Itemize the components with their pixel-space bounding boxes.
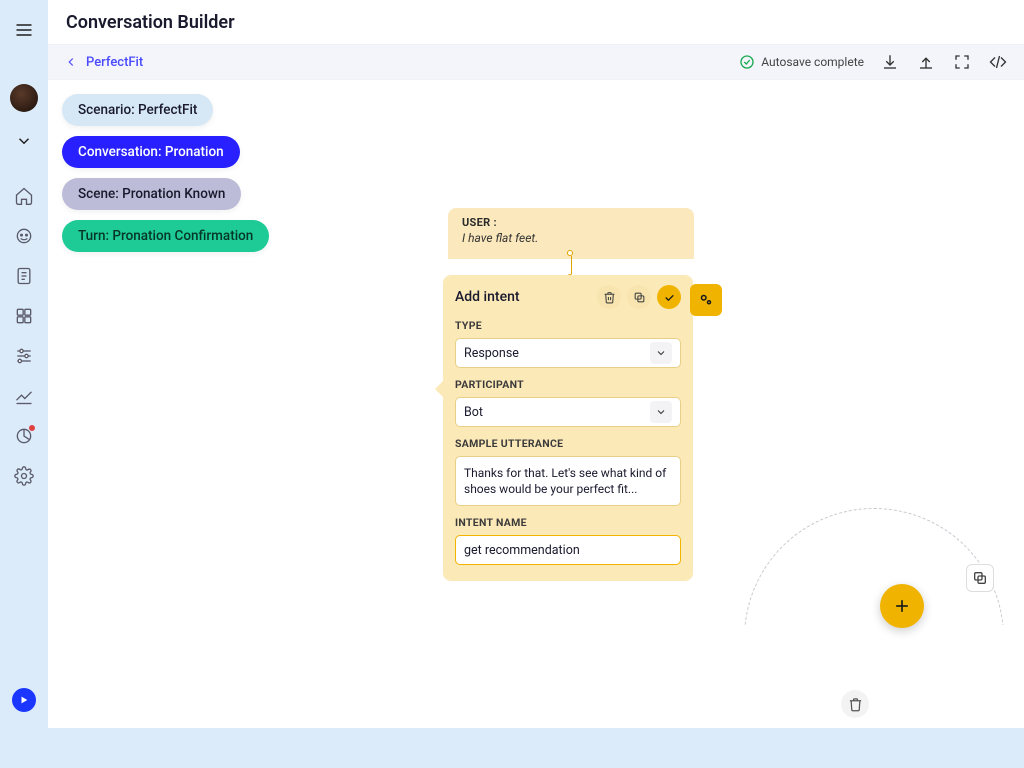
connector bbox=[570, 254, 572, 276]
app-title: Conversation Builder bbox=[66, 12, 235, 33]
bot-icon[interactable] bbox=[12, 224, 36, 248]
chevron-down-icon[interactable] bbox=[15, 132, 33, 154]
autosave-status: Autosave complete bbox=[739, 54, 864, 70]
sample-label: SAMPLE UTTERANCE bbox=[455, 437, 681, 450]
delete-button[interactable] bbox=[597, 285, 621, 309]
home-icon[interactable] bbox=[12, 184, 36, 208]
copy-button[interactable] bbox=[627, 285, 651, 309]
type-select[interactable]: Response bbox=[455, 338, 681, 368]
intent-name-value: get recommendation bbox=[464, 543, 580, 558]
code-icon[interactable] bbox=[988, 52, 1008, 72]
participant-label: PARTICIPANT bbox=[455, 378, 681, 391]
chevron-down-icon bbox=[650, 342, 672, 364]
add-node-button[interactable] bbox=[880, 584, 924, 628]
gear-icon[interactable] bbox=[12, 464, 36, 488]
pill-turn[interactable]: Turn: Pronation Confirmation bbox=[62, 220, 269, 252]
analytics-icon[interactable] bbox=[12, 384, 36, 408]
fullscreen-icon[interactable] bbox=[952, 52, 972, 72]
grid-icon[interactable] bbox=[12, 304, 36, 328]
back-chevron-icon[interactable] bbox=[64, 55, 78, 69]
subbar: PerfectFit Autosave complete bbox=[48, 44, 1024, 80]
autosave-label: Autosave complete bbox=[761, 55, 864, 69]
download-icon[interactable] bbox=[880, 52, 900, 72]
user-node-text: I have flat feet. bbox=[462, 231, 680, 245]
pie-icon[interactable] bbox=[12, 424, 36, 448]
canvas[interactable]: Scenario: PerfectFit Conversation: Prona… bbox=[48, 80, 1024, 728]
context-pills: Scenario: PerfectFit Conversation: Prona… bbox=[62, 94, 269, 252]
subbar-right: Autosave complete bbox=[739, 52, 1008, 72]
participant-select[interactable]: Bot bbox=[455, 397, 681, 427]
canvas-delete-button[interactable] bbox=[841, 690, 869, 718]
sidebar bbox=[0, 0, 48, 728]
sample-utterance-input[interactable]: Thanks for that. Let's see what kind of … bbox=[455, 456, 681, 506]
intent-name-label: INTENT NAME bbox=[455, 516, 681, 529]
sliders-icon[interactable] bbox=[12, 344, 36, 368]
document-icon[interactable] bbox=[12, 264, 36, 288]
pill-conversation[interactable]: Conversation: Pronation bbox=[62, 136, 240, 168]
intent-title: Add intent bbox=[455, 289, 520, 305]
upload-icon[interactable] bbox=[916, 52, 936, 72]
pill-scene[interactable]: Scene: Pronation Known bbox=[62, 178, 241, 210]
intent-name-input[interactable]: get recommendation bbox=[455, 535, 681, 565]
main: Conversation Builder PerfectFit Autosave… bbox=[48, 0, 1024, 728]
type-label: TYPE bbox=[455, 319, 681, 332]
pointer-icon bbox=[435, 381, 443, 397]
play-button[interactable] bbox=[12, 688, 36, 712]
decorative-arc bbox=[744, 508, 1004, 768]
avatar[interactable] bbox=[10, 84, 38, 112]
breadcrumb-item[interactable]: PerfectFit bbox=[86, 55, 143, 70]
topbar: Conversation Builder bbox=[48, 0, 1024, 44]
type-value: Response bbox=[464, 346, 519, 361]
intent-card[interactable]: Add intent TYPE Response PARTICIPANT Bot… bbox=[443, 275, 693, 581]
participant-value: Bot bbox=[464, 405, 483, 420]
confirm-button[interactable] bbox=[657, 285, 681, 309]
sidebar-nav bbox=[12, 184, 36, 488]
menu-icon[interactable] bbox=[8, 14, 40, 50]
node-settings-button[interactable] bbox=[690, 284, 722, 316]
user-node-label: USER : bbox=[462, 216, 680, 229]
chevron-down-icon bbox=[650, 401, 672, 423]
canvas-copy-button[interactable] bbox=[966, 564, 994, 592]
pill-scenario[interactable]: Scenario: PerfectFit bbox=[62, 94, 213, 126]
